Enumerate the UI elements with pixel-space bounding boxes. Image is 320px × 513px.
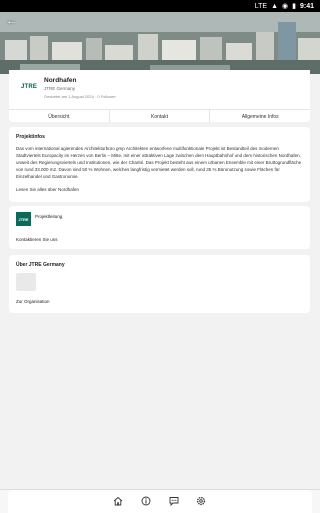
project-info-text: Das vom international agierenden Archite… [16, 146, 302, 179]
bottom-nav [0, 489, 320, 513]
signal-icon: ▲ [271, 2, 279, 10]
clock: 9:41 [299, 2, 314, 10]
chat-icon[interactable] [169, 496, 179, 506]
wifi-icon: ◉ [282, 3, 289, 10]
company-logo: JTRE [21, 84, 38, 90]
project-meta: Gestartet am 1 August 2024 · 0 Follower [44, 94, 116, 99]
lead-label: Projektleitung [35, 214, 63, 219]
company-name[interactable]: JTRE Germany [44, 86, 75, 91]
project-info-card: Projektinfos Das vom international agier… [9, 127, 310, 202]
tab-bar: Übersicht Kontakt Allgemeine Infos [9, 109, 310, 123]
organisation-card: Über JTRE Germany Zur Organisation [9, 255, 310, 313]
organisation-logo-placeholder [16, 273, 36, 291]
network-label: LTE [254, 2, 268, 10]
status-bar: LTE ▲ ◉ ▮ 9:41 [0, 0, 320, 12]
settings-icon[interactable] [196, 496, 206, 506]
tab-contact[interactable]: Kontakt [110, 110, 211, 123]
contact-us-link[interactable]: Kontaktieren Sie uns [16, 237, 58, 242]
info-icon[interactable] [141, 496, 151, 506]
project-lead-card: JTRE Projektleitung Kontaktieren Sie uns [9, 206, 310, 249]
home-icon[interactable] [113, 496, 123, 506]
battery-icon: ▮ [292, 3, 296, 10]
back-arrow-icon[interactable]: ← [6, 14, 20, 28]
tab-general-info[interactable]: Allgemeine Infos [210, 110, 310, 123]
bottom-nav-inner [8, 490, 312, 513]
project-header-card: JTRE Nordhafen JTRE Germany Gestartet am… [9, 70, 310, 123]
organisation-title: Über JTRE Germany [16, 262, 65, 268]
project-title: Nordhafen [44, 77, 77, 84]
lead-logo: JTRE [16, 212, 31, 226]
tab-overview[interactable]: Übersicht [9, 110, 110, 123]
hero-image [0, 12, 320, 74]
project-info-title: Projektinfos [16, 134, 45, 140]
organisation-link[interactable]: Zur Organisation [16, 299, 50, 304]
read-more-link[interactable]: Lesen Sie alles über Nordhafen [16, 187, 303, 192]
